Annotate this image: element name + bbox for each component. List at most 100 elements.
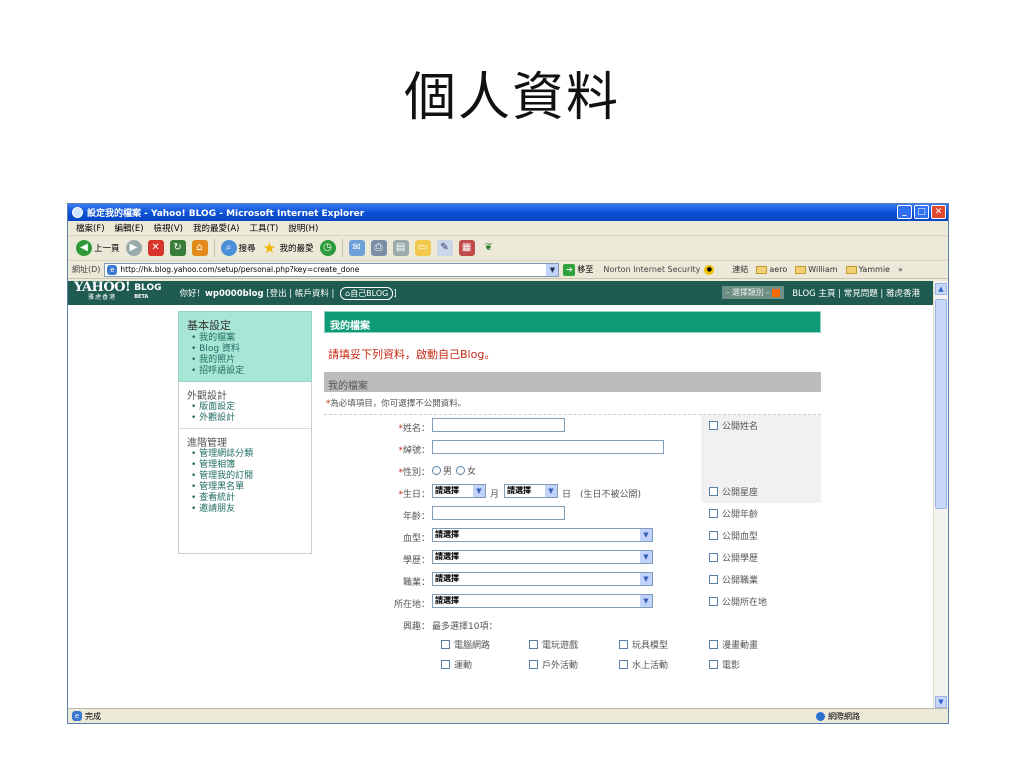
menu-help[interactable]: 說明(H): [288, 222, 318, 234]
scroll-up-button[interactable]: ▲: [935, 283, 947, 295]
nickname-input[interactable]: [432, 440, 664, 454]
occupation-select[interactable]: 請選擇 ▼: [432, 572, 653, 586]
form-row-blood: 血型： 請選擇 ▼ 公開血型: [324, 525, 821, 547]
link-item[interactable]: aero: [756, 265, 787, 274]
menu-favorites[interactable]: 我的最愛(A): [193, 222, 239, 234]
msn-icon[interactable]: ❦: [481, 240, 497, 256]
hobby-checkbox[interactable]: 運動: [441, 658, 472, 671]
norton-icon[interactable]: ●: [704, 264, 715, 275]
star-icon: ★: [262, 239, 277, 257]
public-name-checkbox[interactable]: 公開姓名: [709, 419, 758, 432]
occupation-label: 職業：: [402, 578, 430, 588]
hobby-checkbox[interactable]: 漫畫動畫: [709, 638, 758, 651]
header-right-links[interactable]: BLOG 主頁 | 常見問題 | 雅虎香港: [792, 287, 920, 299]
menu-file[interactable]: 檔案(F): [76, 222, 105, 234]
location-select[interactable]: 請選擇 ▼: [432, 594, 653, 608]
history-button[interactable]: ◷: [319, 240, 336, 256]
forward-button[interactable]: ▶: [125, 240, 142, 256]
name-input[interactable]: [432, 418, 565, 432]
links-more-button[interactable]: »: [898, 265, 903, 274]
close-button[interactable]: ✕: [931, 205, 946, 219]
folder-icon[interactable]: ▭: [414, 240, 431, 256]
edit-button[interactable]: ▤: [392, 240, 409, 256]
hobby-checkbox[interactable]: 電影: [709, 658, 740, 671]
research-button[interactable]: ✎: [436, 240, 453, 256]
vertical-scrollbar[interactable]: ▲ ▼: [933, 281, 948, 710]
sidebar-item-greeting[interactable]: 招呼語設定: [187, 366, 303, 377]
sidebar-item-blog-info[interactable]: Blog 資料: [187, 344, 303, 355]
sidebar-item-design[interactable]: 外觀設計: [187, 413, 303, 424]
hobby-checkbox[interactable]: 戶外活動: [529, 658, 578, 671]
norton-toolbar[interactable]: Norton Internet Security: [603, 265, 700, 274]
sidebar-item-layout[interactable]: 版面設定: [187, 402, 303, 413]
sidebar-item-profile[interactable]: 我的檔案: [187, 333, 303, 344]
blood-select[interactable]: 請選擇 ▼: [432, 528, 653, 542]
messenger-button[interactable]: ▦: [458, 240, 475, 256]
toolbar-separator: [341, 239, 343, 257]
search-button[interactable]: ⌕ 搜尋: [220, 240, 256, 256]
sidebar-item-categories[interactable]: 管理網誌分類: [187, 449, 303, 460]
yahoo-logo[interactable]: YAHOO! 雅虎香港: [74, 281, 131, 303]
checkbox-icon: [441, 660, 450, 669]
public-zodiac-checkbox[interactable]: 公開星座: [709, 485, 758, 498]
public-education-checkbox[interactable]: 公開學歷: [709, 551, 758, 564]
go-button[interactable]: ➔ 移至: [563, 263, 593, 276]
links-bar: 連結 aero William Yammie »: [732, 265, 903, 274]
public-blood-checkbox[interactable]: 公開血型: [709, 529, 758, 542]
menu-tools[interactable]: 工具(T): [249, 222, 278, 234]
education-label: 學歷：: [402, 556, 430, 566]
account-links[interactable]: [登出 | 帳戶資料 |: [266, 289, 334, 299]
interests-note: 最多選擇10項：: [432, 622, 498, 632]
sidebar-item-subscriptions[interactable]: 管理我的訂閱: [187, 471, 303, 482]
birth-month-select[interactable]: 請選擇 ▼: [432, 484, 486, 498]
public-age-checkbox[interactable]: 公開年齡: [709, 507, 758, 520]
checkbox-icon: [529, 640, 538, 649]
education-select[interactable]: 請選擇 ▼: [432, 550, 653, 564]
back-button[interactable]: ◀ 上一頁: [76, 240, 120, 256]
browser-toolbar: ◀ 上一頁 ▶ ✕ ↻ ⌂ ⌕ 搜尋 ★ 我的最愛 ◷ ✉ ⎙ ▤ ▭ ✎ ▦ …: [68, 236, 948, 261]
stop-button[interactable]: ✕: [147, 240, 164, 256]
menu-edit[interactable]: 編輯(E): [115, 222, 144, 234]
female-radio[interactable]: [456, 466, 466, 475]
link-item[interactable]: Yammie: [845, 265, 890, 274]
male-radio[interactable]: [432, 466, 441, 475]
link-item[interactable]: William: [795, 265, 838, 274]
public-location-checkbox[interactable]: 公開所在地: [709, 595, 767, 608]
age-label: 年齡：: [402, 512, 430, 522]
chevron-down-icon[interactable]: ▼: [546, 263, 559, 276]
birth-day-select[interactable]: 請選擇 ▼: [504, 484, 558, 498]
hobby-checkbox[interactable]: 水上活動: [619, 658, 668, 671]
hobby-checkbox[interactable]: 玩具模型: [619, 638, 668, 651]
sidebar-item-photos[interactable]: 我的照片: [187, 355, 303, 366]
scroll-down-button[interactable]: ▼: [935, 696, 947, 708]
sidebar-item-stats[interactable]: 查看統計: [187, 493, 303, 504]
page-icon: e: [72, 711, 82, 721]
print-button[interactable]: ⎙: [370, 240, 387, 256]
zone-indicator: 網際網路: [816, 711, 860, 722]
sidebar-item-invite[interactable]: 邀請朋友: [187, 504, 303, 515]
blog-logo: BLOG BETA: [134, 283, 162, 301]
maximize-button[interactable]: □: [914, 205, 929, 219]
hobby-checkbox[interactable]: 電腦網路: [441, 638, 490, 651]
scroll-thumb[interactable]: [935, 299, 947, 509]
my-blog-button[interactable]: ⌂自己BLOG: [340, 286, 394, 300]
hobby-checkbox[interactable]: 電玩遊戲: [529, 638, 578, 651]
menu-view[interactable]: 檢視(V): [154, 222, 183, 234]
profile-form: *姓名： 公開姓名 *綽號： *性別： 男 女 *生日： 請選擇 ▼ 月 請選擇…: [324, 415, 821, 675]
url-input[interactable]: e http://hk.blog.yahoo.com/setup/persona…: [104, 262, 560, 277]
category-select[interactable]: - 選擇類別 -: [722, 286, 785, 299]
checkbox-icon: [441, 640, 450, 649]
age-input[interactable]: [432, 506, 565, 520]
gender-label: *性別：: [398, 468, 430, 478]
sidebar-item-albums[interactable]: 管理相簿: [187, 460, 303, 471]
home-button[interactable]: ⌂: [191, 240, 208, 256]
minimize-button[interactable]: _: [897, 205, 912, 219]
sidebar-item-blacklist[interactable]: 管理黑名單: [187, 482, 303, 493]
mail-button[interactable]: ✉: [348, 240, 365, 256]
public-occupation-checkbox[interactable]: 公開職業: [709, 573, 758, 586]
interests-label: 興趣：: [402, 622, 430, 632]
refresh-button[interactable]: ↻: [169, 240, 186, 256]
favorites-button[interactable]: ★ 我的最愛: [262, 240, 314, 256]
location-label: 所在地：: [393, 600, 430, 610]
sidebar-group-advanced: 進階管理 管理網誌分類 管理相簿 管理我的訂閱 管理黑名單 查看統計 邀請朋友: [179, 429, 311, 519]
